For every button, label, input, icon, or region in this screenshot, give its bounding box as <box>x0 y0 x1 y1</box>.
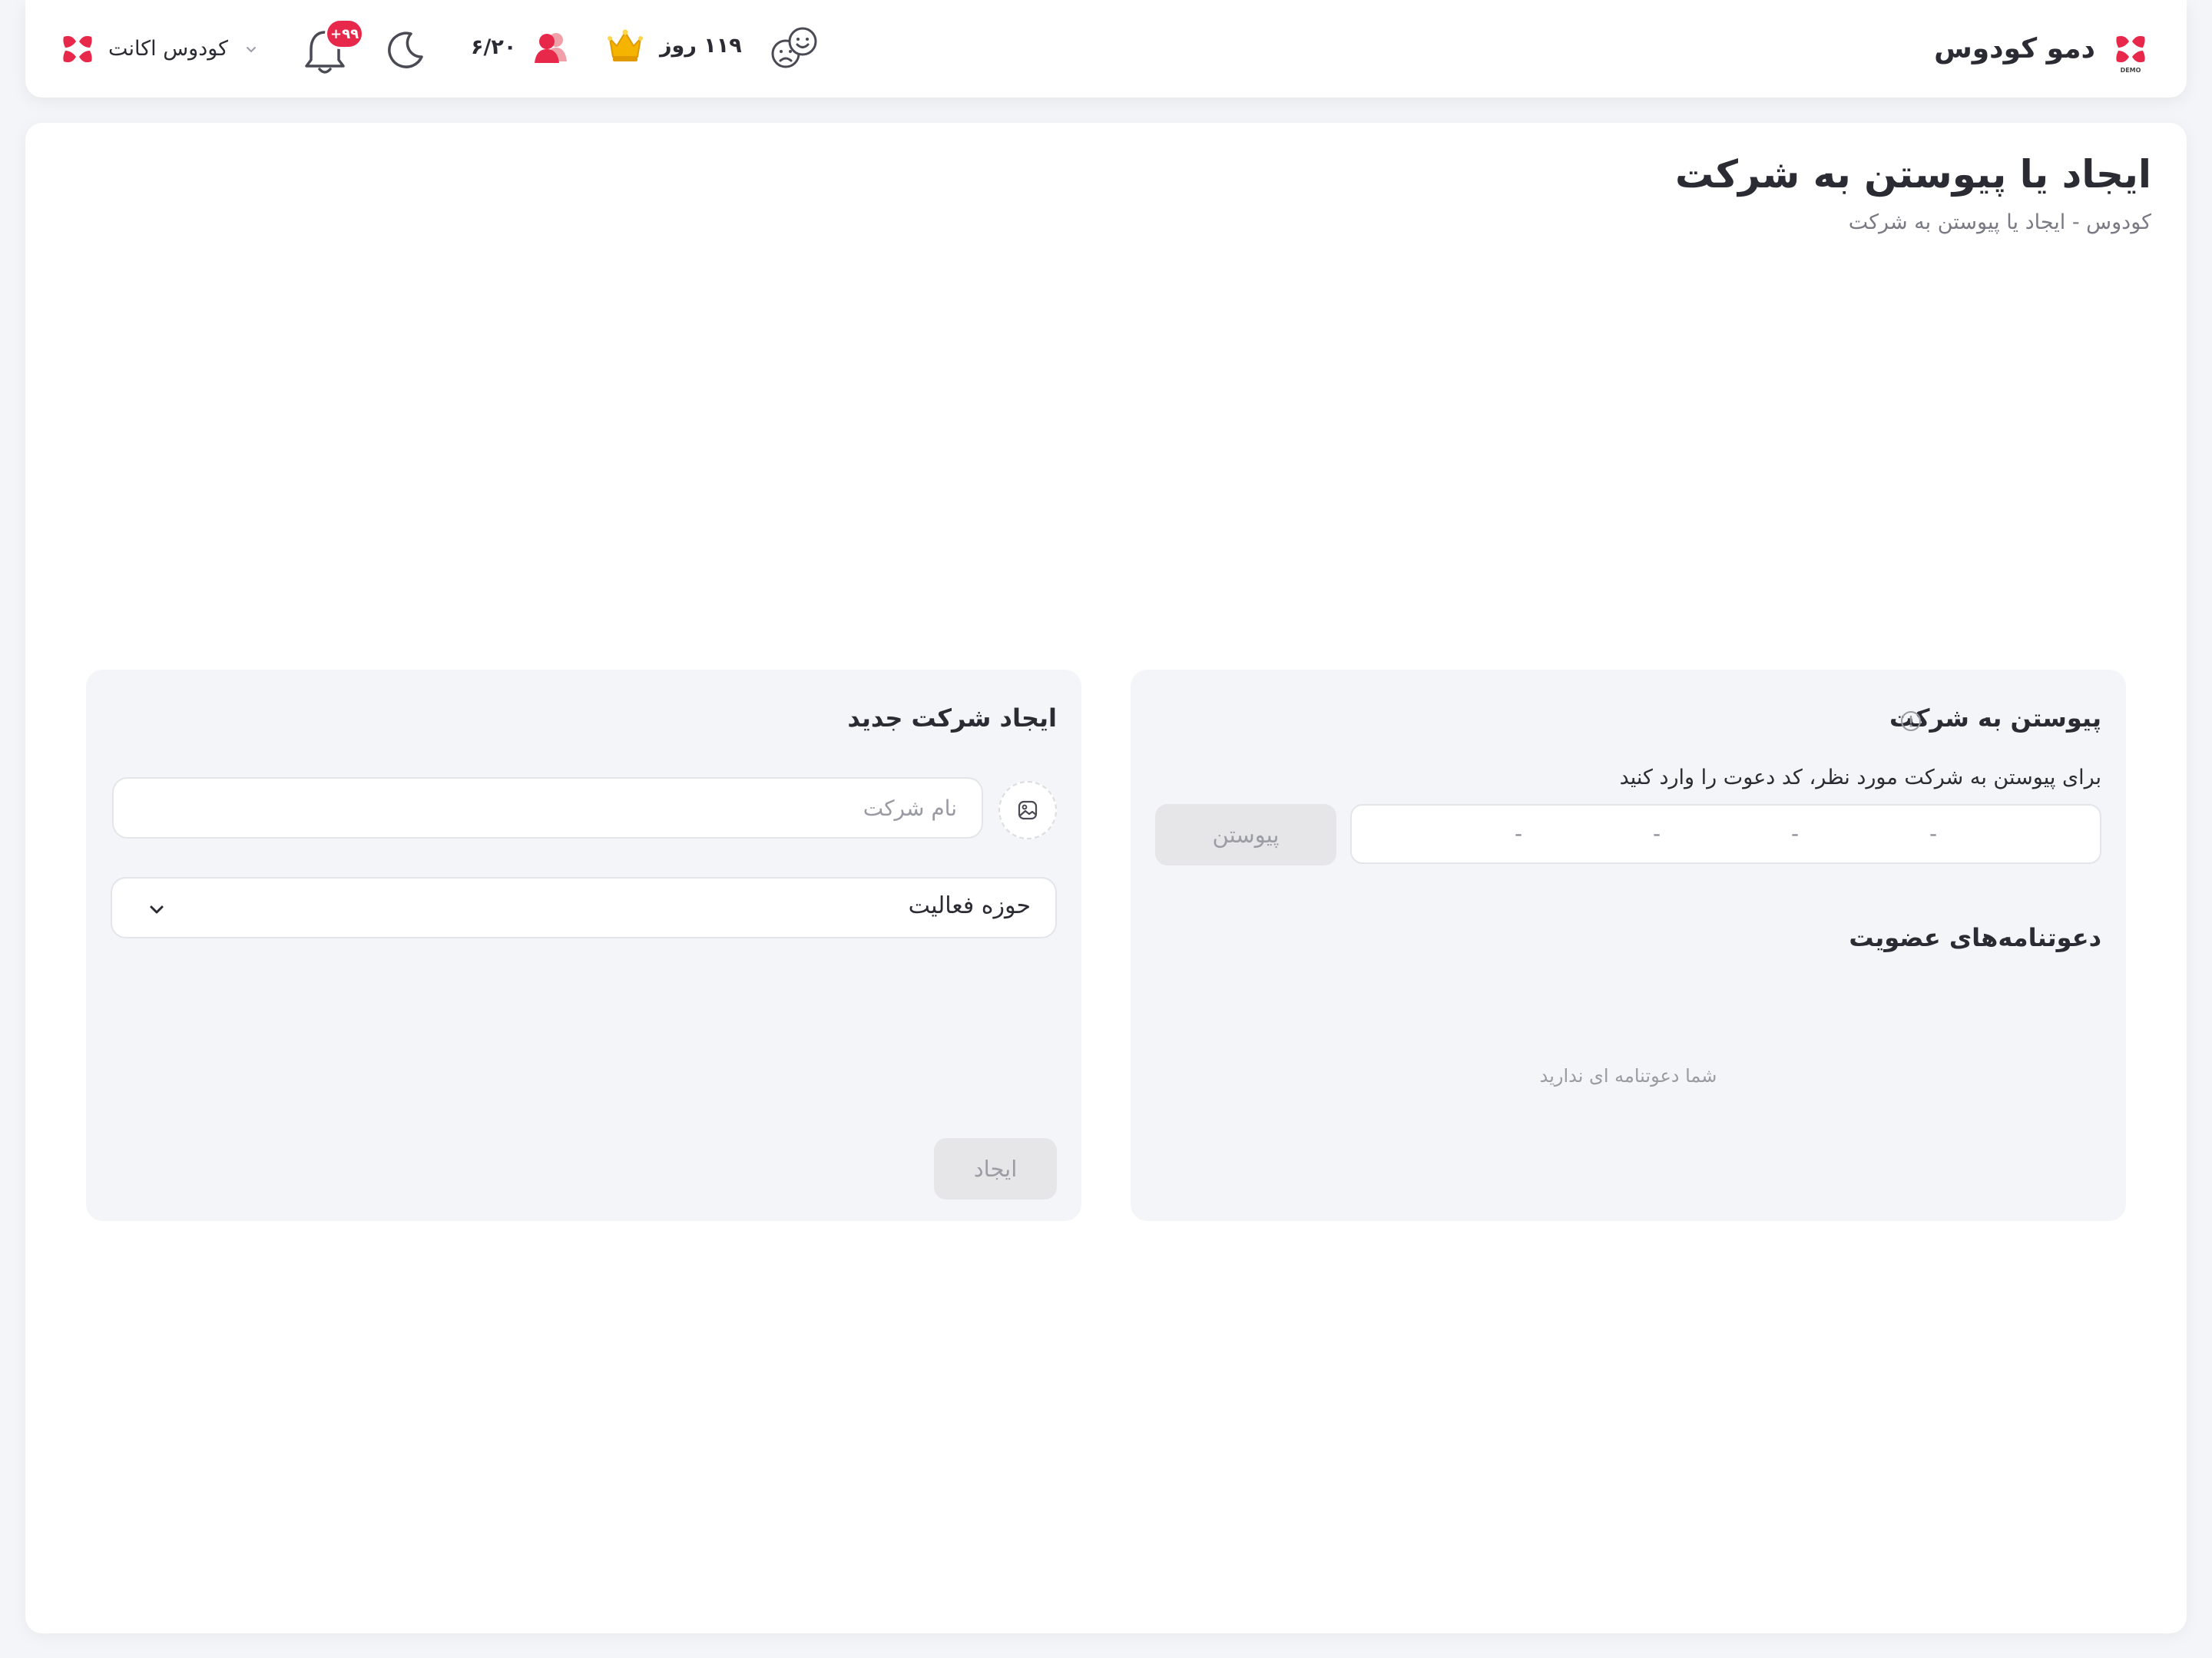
image-upload-icon <box>1018 800 1038 820</box>
breadcrumb: کودوس - ایجاد یا پیوستن به شرکت <box>1848 210 2151 234</box>
brand-logo-icon: DEMO <box>2115 34 2146 74</box>
notifications-button[interactable]: +۹۹ <box>302 17 365 78</box>
main-panel: ایجاد یا پیوستن به شرکت کودوس - ایجاد یا… <box>25 123 2187 1633</box>
chevron-down-icon <box>150 905 164 914</box>
brand-title: دمو کودوس <box>1934 33 2095 65</box>
chevron-down-icon <box>247 46 257 52</box>
demo-tag: DEMO <box>2120 66 2141 74</box>
account-menu[interactable]: کودوس اکانت <box>62 34 259 65</box>
subscription-status[interactable]: ۱۱۹ روز <box>606 26 742 65</box>
top-header: DEMO دمو کودوس کودوس اکانت +۹۹ ۶/۲۰ ۱۱۹ … <box>25 0 2187 98</box>
company-name-input[interactable] <box>112 777 983 839</box>
users-count: ۶/۲۰ <box>471 35 517 59</box>
users-icon <box>535 33 568 63</box>
brand[interactable]: DEMO دمو کودوس <box>1934 0 2146 98</box>
notification-badge: +۹۹ <box>325 18 365 49</box>
create-button[interactable]: ایجاد <box>934 1138 1057 1200</box>
dark-mode-toggle[interactable] <box>386 29 426 69</box>
feedback-button[interactable] <box>769 26 820 71</box>
mood-faces-icon <box>771 27 817 68</box>
company-logo-picker[interactable] <box>998 781 1057 839</box>
join-description: برای پیوستن به شرکت مورد نظر، کد دعوت را… <box>1619 766 2101 789</box>
empty-invites-message: شما دعوتنامه ای ندارید <box>1539 1065 1717 1087</box>
code-digit-3[interactable]: - <box>1653 821 1661 846</box>
info-icon[interactable] <box>1899 710 1922 733</box>
join-company-card: پیوستن به شرکت برای پیوستن به شرکت مورد … <box>1131 670 2126 1221</box>
code-digit-1[interactable]: - <box>1929 821 1937 846</box>
create-card-title: ایجاد شرکت جدید <box>847 703 1057 733</box>
create-company-card: ایجاد شرکت جدید حوزه فعالیت ایجاد <box>86 670 1081 1221</box>
activity-field-select[interactable]: حوزه فعالیت <box>111 877 1057 938</box>
users-usage[interactable]: ۶/۲۰ <box>471 28 570 66</box>
code-digit-2[interactable]: - <box>1791 821 1799 846</box>
page-title: ایجاد یا پیوستن به شرکت <box>1674 152 2151 197</box>
account-logo-icon <box>63 35 92 62</box>
moon-icon <box>388 31 423 68</box>
invite-code-input[interactable]: - - - - <box>1350 804 2101 864</box>
crown-icon <box>608 29 643 61</box>
activity-field-label: حوزه فعالیت <box>908 892 1031 919</box>
invites-title: دعوتنامه‌های عضویت <box>1849 923 2101 952</box>
account-name: کودوس اکانت <box>108 37 229 61</box>
code-digit-4[interactable]: - <box>1515 821 1522 846</box>
subscription-days: ۱۱۹ روز <box>660 33 742 58</box>
join-button[interactable]: پیوستن <box>1155 804 1336 865</box>
